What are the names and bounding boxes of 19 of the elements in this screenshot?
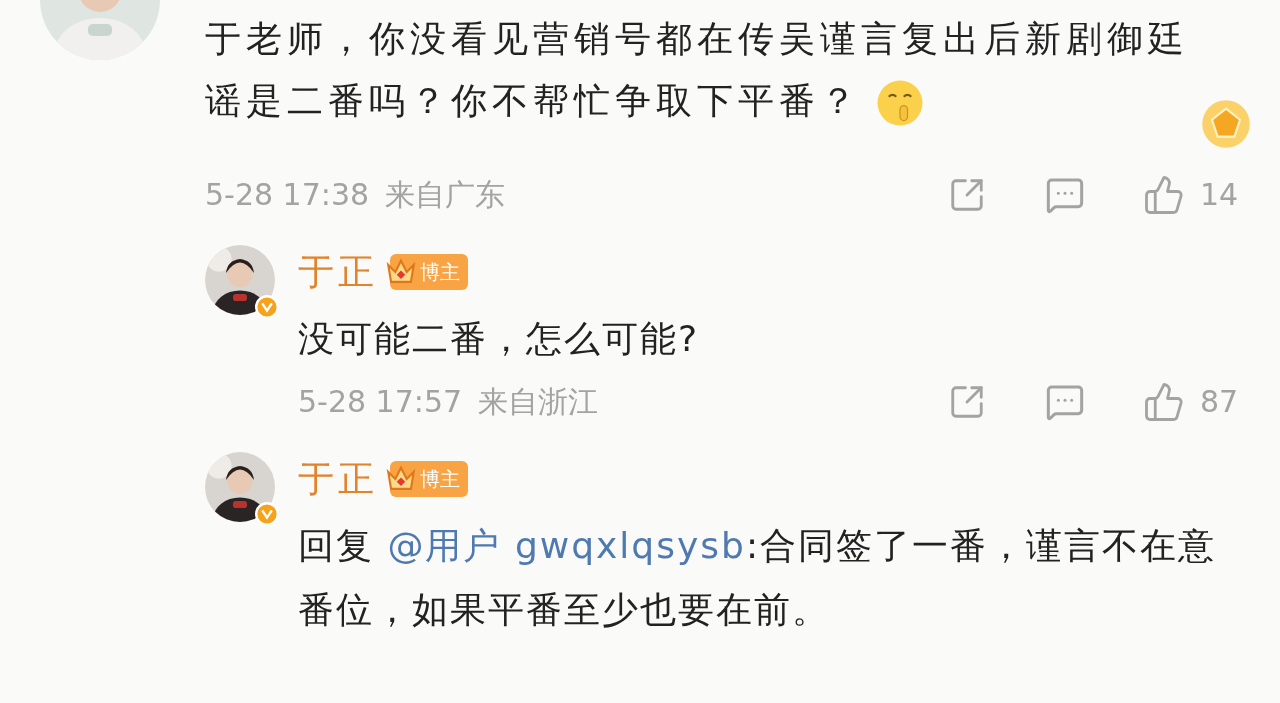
shush-emoji-icon (875, 78, 925, 128)
badge-label: 博主 (420, 259, 460, 286)
badge-label: 博主 (420, 466, 460, 493)
like-icon[interactable] (1142, 380, 1186, 423)
comment-time: 5-28 17:38 (205, 176, 370, 214)
comment-location: 来自广东 (385, 176, 506, 214)
author-name[interactable]: 于正 (298, 245, 378, 299)
comment-time: 5-28 17:57 (298, 383, 463, 421)
verified-icon (255, 295, 279, 319)
comment-location: 来自浙江 (478, 383, 599, 421)
reply-text: 没可能二番，怎么可能? (298, 317, 701, 361)
mention-link[interactable]: @用户 gwqxlqsysb (387, 525, 746, 566)
author-name[interactable]: 于正 (298, 452, 378, 506)
like-count: 87 (1200, 383, 1240, 421)
like-icon[interactable] (1142, 173, 1186, 216)
verified-icon (255, 502, 279, 526)
reply-text: 回复 @用户 gwqxlqsysb:合同签了一番，谨言不在意番位，如果平番至少也要在前。 (298, 524, 1217, 632)
comment-text: 于老师，你没看见营销号都在传吴谨言复出后新剧御廷谣是二番吗？你不帮忙争取下平番？ (205, 8, 1205, 132)
like-count: 14 (1200, 176, 1240, 214)
